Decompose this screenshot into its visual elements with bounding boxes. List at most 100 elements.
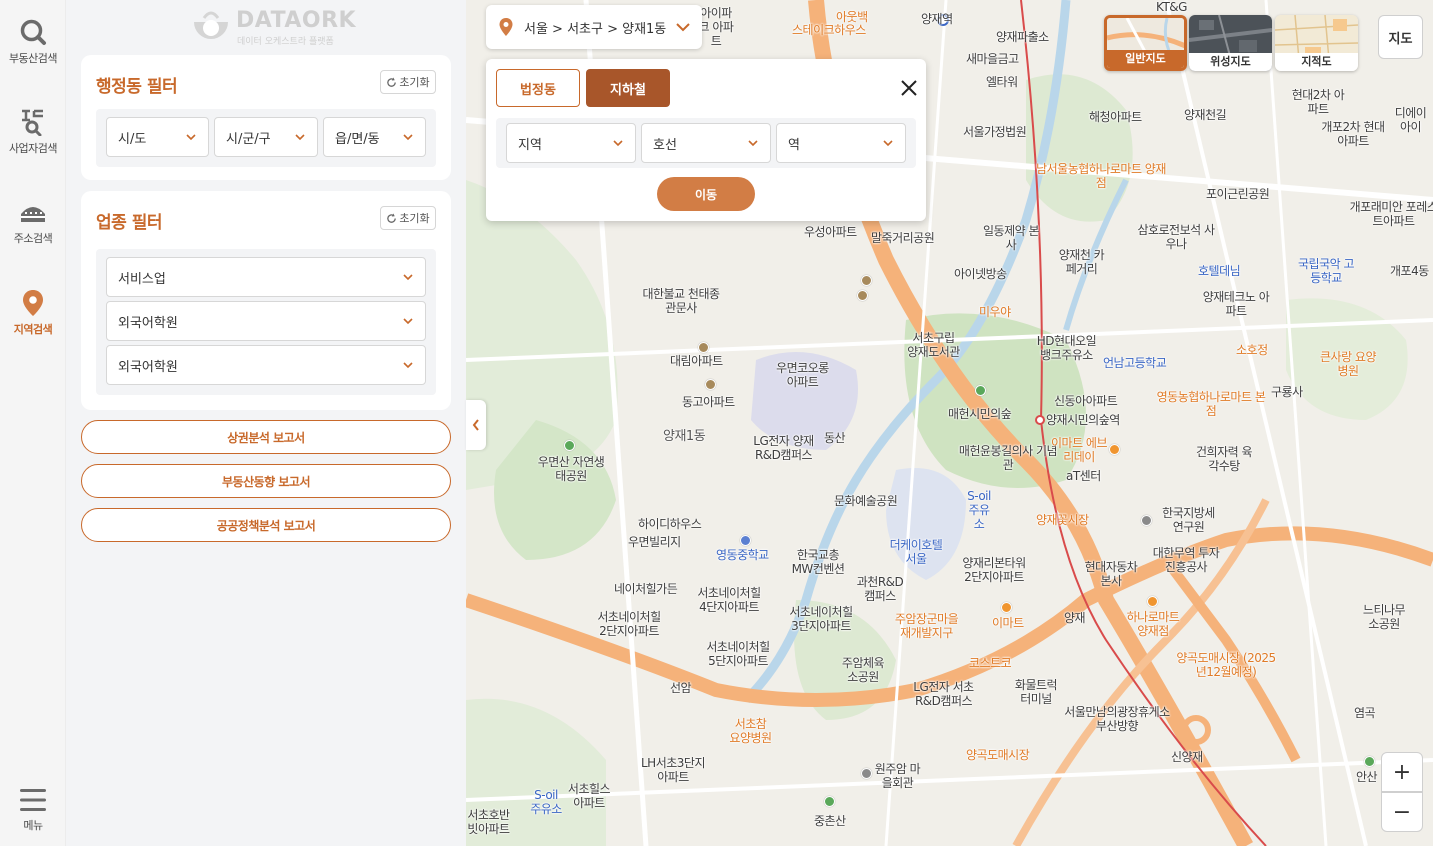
map-label: 코스트코 [969, 656, 1012, 670]
map-label: 스테이크하우스 [792, 23, 866, 37]
subway-select-group: 지역 호선 역 [496, 118, 916, 168]
chevron-down-icon [748, 140, 758, 147]
map-label: 동산 [824, 431, 846, 445]
map-label: 우성아파트 [804, 225, 857, 239]
rail-label: 메뉴 [23, 819, 43, 832]
chevron-down-icon [403, 318, 413, 325]
industry-filter-title: 업종 필터 [96, 213, 162, 233]
region-select[interactable]: 지역 [506, 123, 636, 163]
rail-item-real-estate-search[interactable]: 부동산검색 [0, 18, 66, 66]
commercial-report-button[interactable]: 상권분석 보고서 [81, 420, 451, 454]
map-label: 아이넷방송 [954, 267, 1007, 281]
admin-filter-card: 행정동 필터 초기화 시/도 시/군/구 읍/면/동 [81, 55, 451, 180]
map-label: 개포2차 현대아파트 [1321, 120, 1385, 148]
go-button[interactable]: 이동 [657, 177, 755, 211]
industry-major-select[interactable]: 서비스업 [106, 257, 426, 297]
industry-middle-select[interactable]: 외국어학원 [106, 301, 426, 341]
map-label: 한국교총 MW컨벤션 [791, 548, 845, 576]
industry-filter-reset-button[interactable]: 초기화 [380, 206, 436, 230]
map-label: 언남고등학교 [1103, 356, 1167, 370]
map-label: 신동아아파트 [1054, 394, 1118, 408]
line-select[interactable]: 호선 [641, 123, 771, 163]
map-label: 주암체육 소공원 [841, 656, 885, 684]
map-label: 디에이 아이 [1394, 106, 1427, 134]
poi-dot [857, 290, 868, 301]
map-label: 개포4동 [1390, 264, 1429, 278]
chevron-down-icon [403, 362, 413, 369]
industry-minor-select[interactable]: 외국어학원 [106, 345, 426, 385]
rail-item-business-search[interactable]: 사업자검색 [0, 108, 66, 156]
chevron-down-icon [403, 274, 413, 281]
map-label: 신양재 [1171, 750, 1203, 764]
map-label: 구룡사 [1271, 385, 1303, 399]
map-label: 양재역 [921, 12, 953, 26]
search-icon [20, 19, 46, 45]
panel-collapse-button[interactable] [466, 400, 486, 450]
map-label: 서초네이처힐 5단지아파트 [706, 640, 770, 668]
location-path: 서울 > 서초구 > 양재1동 [524, 21, 667, 37]
logo-tagline: 데이터 오케스트라 플랫폼 [237, 37, 334, 47]
map-label: 아웃백 [836, 10, 868, 24]
map-label: 더케이호텔 서울 [889, 538, 943, 566]
admin-filter-reset-button[interactable]: 초기화 [380, 70, 436, 94]
map-label: 개포래미안 포레스트아파트 [1349, 200, 1433, 228]
tab-legal-dong[interactable]: 법정동 [496, 69, 580, 107]
map-type-label: 일반지도 [1107, 50, 1184, 68]
zoom-out-button[interactable]: − [1381, 792, 1423, 832]
map-label: aT센터 [1066, 469, 1101, 483]
select-value: 호선 [653, 137, 677, 153]
map-label: 안산 [1356, 770, 1378, 784]
map-label: 우면코오롱 아파트 [776, 361, 829, 389]
public-policy-report-button[interactable]: 공공정책분석 보고서 [81, 508, 451, 542]
location-breadcrumb[interactable]: 서울 > 서초구 > 양재1동 [486, 5, 702, 49]
sido-select[interactable]: 시/도 [106, 117, 209, 157]
chevron-down-icon [295, 134, 305, 141]
map-label: 양재시민의숲역 [1046, 413, 1120, 427]
map-type-satellite[interactable]: 위성지도 [1189, 15, 1272, 71]
map-label: 느티나무 소공원 [1362, 603, 1406, 631]
map-label: 서초네이처힐 2단지아파트 [597, 610, 661, 638]
map-label: 서초참 요양병원 [729, 717, 772, 745]
map-label: 대한무역 투자진흥공사 [1152, 546, 1220, 574]
map-label: 양곡도매시장 [966, 748, 1030, 762]
poi-dot [824, 796, 835, 807]
map-label: 원주암 마을회관 [874, 762, 921, 790]
zoom-in-button[interactable]: + [1381, 752, 1423, 792]
map-label: 국립국악 고등학교 [1297, 257, 1355, 285]
map-label: 서초네이처힐 4단지아파트 [697, 586, 761, 614]
rail-item-address-search[interactable]: 주소검색 [0, 200, 66, 246]
map-label: 양재리본타워 2단지아파트 [962, 556, 1026, 584]
map-label: 양재파출소 [996, 30, 1049, 44]
refresh-icon [387, 212, 397, 223]
tab-subway[interactable]: 지하철 [586, 69, 670, 107]
eupmyeondong-select[interactable]: 읍/면/동 [323, 117, 426, 157]
real-estate-report-button[interactable]: 부동산동향 보고서 [81, 464, 451, 498]
station-select[interactable]: 역 [776, 123, 906, 163]
map-label: 서초네이처힐 3단지아파트 [789, 605, 853, 633]
map-label: 네이처힐가든 [614, 582, 678, 596]
select-value: 외국어학원 [118, 315, 178, 331]
location-pin-icon [499, 18, 513, 36]
map-label: 아이파크 아파트 [698, 6, 734, 48]
select-value: 서비스업 [118, 271, 166, 287]
select-value: 외국어학원 [118, 359, 178, 375]
map-label: 서초구립 양재도서관 [907, 331, 960, 359]
sigungu-select[interactable]: 시/군/구 [214, 117, 318, 157]
poi-dot [1147, 596, 1158, 607]
map-label: 우면빌리지 [628, 535, 681, 549]
map-label: 우면산 자연생태공원 [537, 455, 605, 483]
map-type-cadastral[interactable]: 지적도 [1275, 15, 1358, 71]
map-type-normal[interactable]: 일반지도 [1104, 15, 1187, 71]
map-label: 말죽거리공원 [871, 231, 935, 245]
rail-item-menu[interactable]: 메뉴 [0, 787, 66, 833]
map-label: 과천R&D 캠퍼스 [856, 575, 904, 603]
poi-dot [1109, 444, 1120, 455]
map-label: LH서초3단지 아파트 [640, 756, 706, 784]
rail-item-region-search[interactable]: 지역검색 [0, 289, 66, 337]
map-label: 큰사랑 요양병원 [1319, 350, 1377, 378]
map-button[interactable]: 지도 [1378, 15, 1423, 59]
rail-label: 부동산검색 [8, 52, 58, 65]
chevron-left-icon [472, 419, 479, 431]
map-label: 호텔데님 [1198, 264, 1241, 278]
close-icon[interactable] [900, 79, 918, 97]
